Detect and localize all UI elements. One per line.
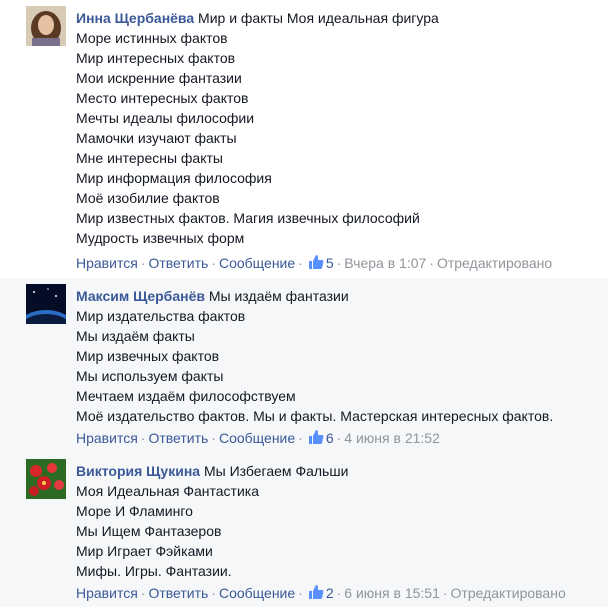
separator: ·: [298, 430, 303, 446]
reply-link[interactable]: Ответить: [148, 255, 208, 271]
separator: ·: [298, 255, 303, 271]
comment-line: Мы используем факты: [76, 368, 224, 384]
reply-link[interactable]: Ответить: [148, 585, 208, 601]
comment-3: Виктория Щукина Мы Избегаем Фальши Моя И…: [0, 453, 608, 607]
comment-actions: Нравится · Ответить · Сообщение · 6 · 4 июня в 2…: [76, 428, 440, 448]
comment-line: Мир интересных фактов: [76, 50, 236, 66]
like-count[interactable]: 5: [326, 255, 334, 271]
avatar[interactable]: [26, 459, 66, 499]
separator: ·: [140, 255, 146, 271]
message-link[interactable]: Сообщение: [219, 430, 295, 446]
comment-line: Мифы. Игры. Фантазии.: [76, 563, 232, 579]
comment-line: Мир Играет Фэйками: [76, 543, 213, 559]
separator: ·: [298, 585, 303, 601]
edited-label[interactable]: Отредактировано: [451, 585, 566, 601]
comment-author[interactable]: Инна Щербанёва: [76, 10, 194, 26]
like-link[interactable]: Нравится: [76, 255, 138, 271]
avatar[interactable]: [26, 284, 66, 324]
like-link[interactable]: Нравится: [76, 430, 138, 446]
comment-author[interactable]: Виктория Щукина: [76, 463, 200, 479]
comment-line: Мир издательства фактов: [76, 308, 246, 324]
comment-1: Инна Щербанёва Мир и факты Моя идеальная…: [0, 0, 608, 278]
comment-actions: Нравится · Ответить · Сообщение · 2 · 6 июня в 1…: [76, 583, 566, 603]
message-link[interactable]: Сообщение: [219, 255, 295, 271]
comment-line: Мне интересны факты: [76, 150, 223, 166]
comment-line: Мир извечных фактов: [76, 348, 220, 364]
comment-text: Мир и факты Моя идеальная фигура: [198, 10, 439, 26]
comment-text: Мы издаём фантазии: [208, 288, 349, 304]
comment-line: Мамочки изучают факты: [76, 130, 237, 146]
like-count[interactable]: 2: [326, 585, 334, 601]
edited-label[interactable]: Отредактировано: [437, 255, 552, 271]
like-link[interactable]: Нравится: [76, 585, 138, 601]
comment-line: Мы издаём факты: [76, 328, 195, 344]
separator: ·: [140, 585, 146, 601]
separator: ·: [336, 430, 342, 446]
thumbs-up-icon[interactable]: [308, 429, 324, 445]
comment-timestamp[interactable]: 4 июня в 21:52: [344, 430, 440, 446]
comment-line: Мои искренние фантазии: [76, 70, 242, 86]
comment-author[interactable]: Максим Щербанёв: [76, 288, 205, 304]
avatar[interactable]: [26, 6, 66, 46]
separator: ·: [211, 255, 216, 271]
comment-timestamp[interactable]: 6 июня в 15:51: [344, 585, 440, 601]
comment-line: Моя Идеальная Фантастика: [76, 483, 259, 499]
comment-actions: Нравится · Ответить · Сообщение · 5 · Вчера в 1:…: [76, 253, 552, 273]
comment-line: Моё изобилие фактов: [76, 190, 220, 206]
like-count[interactable]: 6: [326, 430, 334, 446]
comment-line: Мир известных фактов. Магия извечных фил…: [76, 210, 420, 226]
comment-line: Мудрость извечных форм: [76, 230, 245, 246]
comment-2: Максим Щербанёв Мы издаём фантазии Мир и…: [0, 278, 608, 453]
separator: ·: [429, 255, 434, 271]
separator: ·: [442, 585, 448, 601]
comment-line: Мечтаем издаём философствуем: [76, 388, 296, 404]
comment-line: Мечты идеалы философии: [76, 110, 255, 126]
reply-link[interactable]: Ответить: [148, 430, 208, 446]
comment-text: Мы Избегаем Фальши: [203, 463, 349, 479]
separator: ·: [140, 430, 146, 446]
thumbs-up-icon[interactable]: [308, 584, 324, 600]
comment-line: Моё издательство фактов. Мы и факты. Мас…: [76, 408, 554, 424]
message-link[interactable]: Сообщение: [219, 585, 295, 601]
comment-line: Мир информация философия: [76, 170, 272, 186]
separator: ·: [211, 430, 216, 446]
separator: ·: [336, 585, 342, 601]
comment-line: Море истинных фактов: [76, 30, 228, 46]
comment-line: Мы Ищем Фантазеров: [76, 523, 222, 539]
comment-line: Море И Фламинго: [76, 503, 193, 519]
separator: ·: [336, 255, 342, 271]
comment-timestamp[interactable]: Вчера в 1:07: [344, 255, 426, 271]
separator: ·: [211, 585, 216, 601]
thumbs-up-icon[interactable]: [308, 254, 324, 270]
comment-line: Место интересных фактов: [76, 90, 249, 106]
